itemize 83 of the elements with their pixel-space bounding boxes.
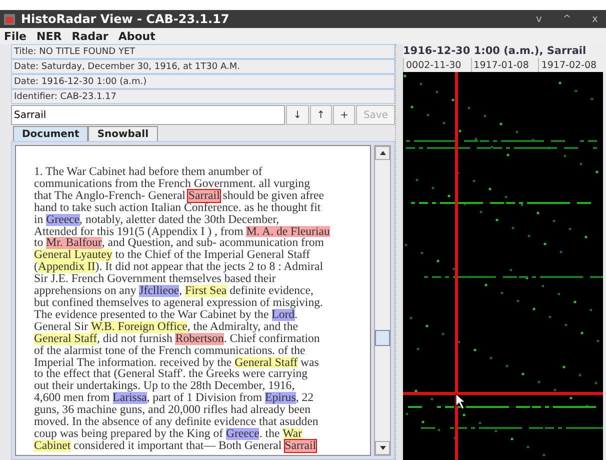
document-text: communications from the French Government. all vurging [34,178,310,190]
document-text: to [34,237,44,250]
scroll-down-button[interactable] [375,441,390,455]
document-text: definite evidence, [228,285,314,297]
entity-highlight: General Lyautey [34,249,112,262]
toolbar-button[interactable]: ↓ [286,105,309,125]
entity-highlight: General Staff [34,332,97,345]
document-text: , and Question, and sub- acommunication from [102,237,324,250]
tab[interactable]: Document [13,126,88,141]
document-text: ( [34,261,38,274]
document-text: Imperial The information. received by the [34,356,233,368]
metadata-field: Title: NO TITLE FOUND YET [11,44,395,59]
entity-highlight: Greece [46,214,80,226]
document-text: was [300,356,319,368]
document-text: , part of 1 Division from [146,392,262,404]
toolbar-button[interactable]: ↑ [310,105,332,125]
window-control[interactable]: x [584,14,606,24]
search-field[interactable]: Sarrail [11,105,286,125]
metadata-field: Date: Saturday, December 30, 1916, at 1T30 A.M. [11,59,395,74]
toolbar-button[interactable]: + [333,105,356,125]
document-text: . the [259,428,281,440]
entity-highlight: M. A. de Fleuriau [246,226,330,238]
document-text: moved. In the absence of any definite evidence that asudden [34,416,318,428]
entity-highlight: Lord [272,308,295,321]
menu-item[interactable]: About [118,30,156,42]
document-text: apprehensions on any [34,285,138,297]
app-icon [4,14,15,24]
radar-title: 1916-12-30 1:00 (a.m.), Sarrail [403,44,606,58]
document-text: out their undertakings. Up to the 28th December, 1916, [34,380,295,392]
document-text: that The Anglo-French- General [34,190,186,202]
document-text: Attended for this 191(5 (Appendix I ) , from [34,226,244,238]
document-text: ). It did not appear that the jects 2 to 8 : Admiral [95,261,323,274]
document-text: The evidence presented to the War Cabinet by the [34,308,270,321]
entity-highlight: Sarrail [188,190,220,202]
scroll-thumb[interactable] [375,330,390,346]
scroll-up-button[interactable] [375,146,390,160]
entity-highlight: Robertson [175,332,224,345]
entity-highlight: Appendix II [38,261,96,274]
menu-item[interactable]: Radar [72,30,108,42]
document-text: . [294,308,298,321]
entity-highlight: W.B. Foreign Office [91,320,188,333]
metadata-field: Date: 1916-12-30 1:00 (a.m.) [11,74,395,89]
window-control[interactable]: ^ [556,14,578,24]
radar-drawing[interactable] [403,72,603,460]
entity-highlight: Larissa [112,392,147,404]
document-text: to the effect that (General Staff'. the Greeks were carrying [34,368,308,380]
document-text: coup was being prepared by the King of [34,428,224,440]
document-text: guns, 36 machine guns, and 20,000 rifles had already been [34,404,310,416]
entity-highlight: War [282,428,302,440]
document-text: General Sir [34,320,90,333]
scroll-down-icon [380,446,386,450]
entity-highlight: Mr. Balfour [46,237,102,250]
document-text: of the alarmist tone of the French communications. of the [34,344,306,356]
document-text: 4,600 men from [34,392,110,404]
document-text: . Chief confirmation [224,332,320,345]
entity-highlight: Epirus [265,392,296,404]
entity-highlight: First Sea [185,285,227,297]
document-text: , [179,285,184,297]
document-text: , did not furnish [97,332,174,345]
entity-highlight: Jfcllieoe [139,285,180,297]
scrollbar[interactable] [374,145,391,456]
document-text: , 22 [296,392,314,404]
entity-highlight: Sarrail [284,440,316,452]
tab[interactable]: Snowball [88,126,158,141]
document-text: considered it important that— Both General [72,440,283,452]
document-text: , notably, aletter dated the 30th December, [80,214,280,226]
entity-highlight: General Staff [234,356,298,368]
document-text: hand to take such action Italian Conference. as he thought fit [34,202,321,214]
entity-highlight: Greece [226,428,260,440]
document-text: to the Chief of the Imperial General Staff [114,249,310,262]
entity-highlight: Cabinet [34,440,71,452]
document-text: but confined themselves to ageneral expression of misgiving. [34,296,323,309]
window-title: HistoRadar View - CAB-23.1.17 [21,12,230,26]
metadata-field: Identifier: CAB-23.1.17 [11,89,395,104]
document-text: should be given afree [222,190,324,202]
scroll-up-icon [380,151,386,155]
document-text: , the Admiralty, and the [187,320,298,333]
window-control[interactable]: v [528,14,550,24]
menu-item[interactable]: File [4,30,27,42]
menu-item[interactable]: NER [36,30,62,42]
document-text: 1. The War Cabinet had before them anumber of [34,166,262,178]
document-text: Sir J.E. French Government themselves based their [34,273,276,286]
document-text: in [34,214,44,226]
